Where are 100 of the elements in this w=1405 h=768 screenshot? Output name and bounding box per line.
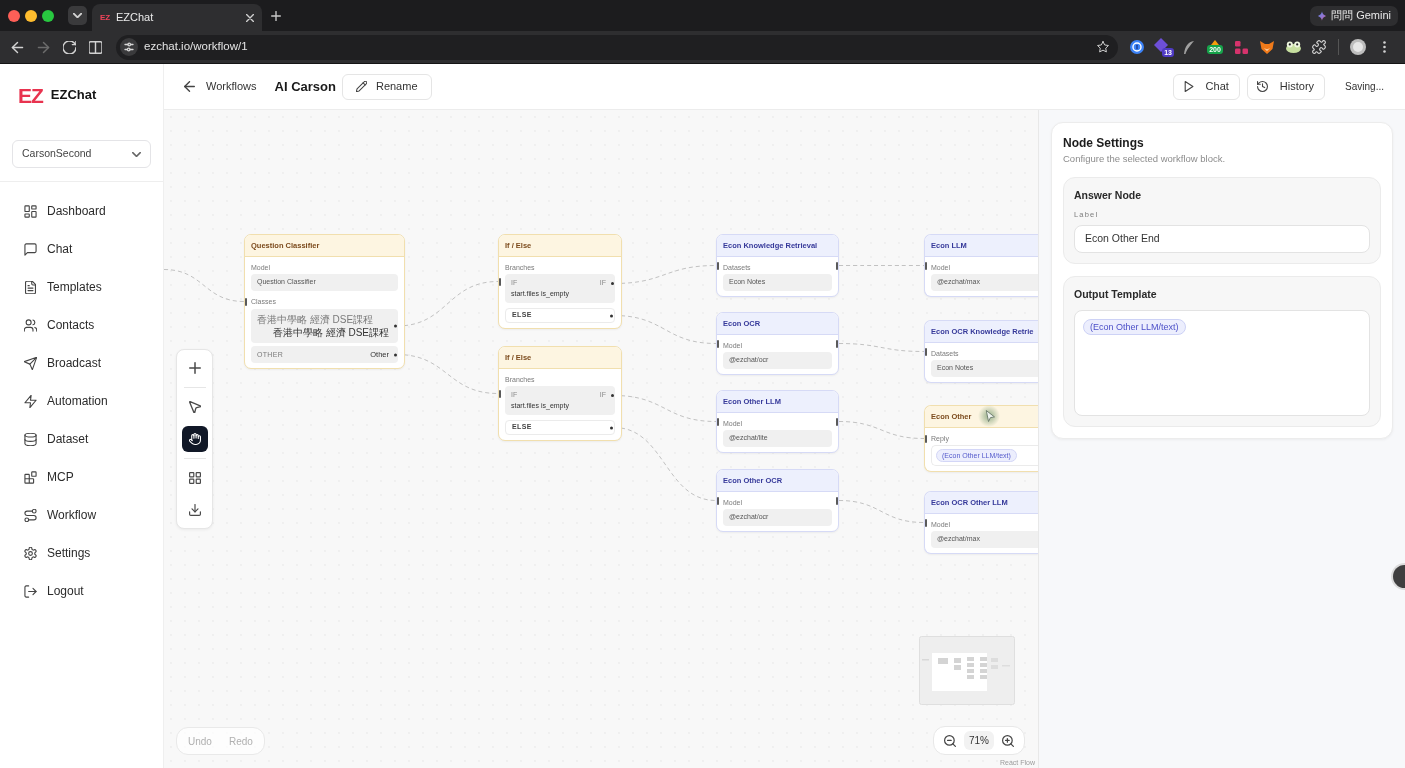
grid-icon <box>188 472 201 484</box>
nav-item[interactable]: Templates <box>12 268 151 306</box>
handle-bar-icon[interactable] <box>499 277 501 286</box>
frog-icon[interactable] <box>1285 41 1301 53</box>
cursor-icon <box>978 405 1000 427</box>
chevron-down-icon <box>73 13 82 18</box>
send-icon <box>24 356 37 370</box>
dashboard-icon <box>24 204 37 218</box>
handle-bar-icon[interactable] <box>925 261 927 270</box>
maximize-window-button[interactable] <box>42 9 54 22</box>
workspace-select[interactable]: CarsonSecond <box>12 140 151 168</box>
handle-bar-icon[interactable] <box>925 518 927 527</box>
handle-bar-icon[interactable] <box>925 434 927 443</box>
template-field[interactable]: (Econ Other LLM/text) <box>1074 310 1370 416</box>
lightning-icon <box>24 394 37 408</box>
forward-icon[interactable] <box>36 40 50 54</box>
zoom-level: 71% <box>964 731 994 750</box>
more-icon[interactable] <box>1382 41 1386 53</box>
rename-button[interactable]: Rename <box>341 73 432 100</box>
nav-item[interactable]: Automation <box>12 382 151 420</box>
address-bar[interactable]: ezchat.io/workflow/1 <box>116 34 1118 60</box>
panel-subtitle: Configure the selected workflow block. <box>1063 153 1227 165</box>
puzzle-icon[interactable] <box>1312 40 1326 54</box>
section-title: Output Template <box>1074 288 1158 301</box>
section-title: Answer Node <box>1074 189 1143 202</box>
minimize-window-button[interactable] <box>25 9 37 22</box>
download-icon <box>188 504 201 516</box>
handle-bar-icon[interactable] <box>925 347 927 356</box>
back-icon[interactable] <box>10 40 24 54</box>
sparkle-icon <box>1317 10 1328 21</box>
history-button[interactable]: History <box>1246 73 1326 100</box>
handle-bar-icon[interactable] <box>717 261 719 270</box>
new-tab-icon[interactable] <box>271 10 281 21</box>
handle-bar-icon[interactable] <box>717 339 719 348</box>
profile-avatar-icon[interactable] <box>1350 39 1366 55</box>
browser-tab[interactable]: EZ EZChat <box>92 4 262 31</box>
pencil-icon <box>355 81 367 92</box>
nav-item[interactable]: Logout <box>12 572 151 610</box>
gemini-button[interactable]: 問問 Gemini <box>1310 5 1398 26</box>
back-link[interactable]: Workflows <box>184 78 257 95</box>
handle-bar-icon[interactable] <box>836 261 838 270</box>
tab-favicon: EZ <box>100 13 112 22</box>
diamond-icon[interactable] <box>1154 38 1168 52</box>
chevron-down-icon <box>132 151 141 157</box>
document-icon <box>24 280 37 294</box>
handle-bar-icon[interactable] <box>717 496 719 505</box>
chat-bubble-icon <box>24 242 37 256</box>
nav-item[interactable]: Contacts <box>12 306 151 344</box>
url-text: ezchat.io/workflow/1 <box>144 39 248 55</box>
reload-icon[interactable] <box>62 40 76 54</box>
logout-icon <box>24 584 37 598</box>
nav-item[interactable]: Dashboard <box>12 192 151 230</box>
label-input[interactable]: Econ Other End <box>1074 225 1370 253</box>
handle-bar-icon[interactable] <box>836 339 838 348</box>
history-icon <box>1256 81 1268 92</box>
users-icon <box>24 318 37 332</box>
close-icon[interactable] <box>246 13 254 22</box>
brand-name: EZChat <box>50 86 97 105</box>
nav-item[interactable]: Broadcast <box>12 344 151 382</box>
nav-item[interactable]: Chat <box>12 230 151 268</box>
nav-item[interactable]: Dataset <box>12 420 151 458</box>
route-icon <box>24 508 37 522</box>
handle-bar-icon[interactable] <box>836 417 838 426</box>
workflow-title: AI Carson <box>274 77 336 96</box>
nav-item[interactable]: Workflow <box>12 496 151 534</box>
feather-icon[interactable] <box>1184 40 1194 54</box>
handle-bar-icon[interactable] <box>836 496 838 505</box>
fox-icon[interactable] <box>1260 40 1274 54</box>
hand-icon <box>188 433 201 445</box>
settings-icon <box>24 546 37 560</box>
nav-item[interactable]: MCP <box>12 458 151 496</box>
nav-item[interactable]: Settings <box>12 534 151 572</box>
blocks-icon <box>24 470 37 484</box>
class-key: 香港中學略 經濟 DSE課程 <box>257 313 374 326</box>
triangle-icon[interactable] <box>1211 40 1219 45</box>
hand-tool-button[interactable] <box>181 426 208 452</box>
zoom-in-icon[interactable] <box>1002 734 1014 747</box>
handle-bar-icon[interactable] <box>245 297 247 306</box>
database-icon <box>24 432 37 446</box>
tab-title: EZChat <box>116 10 154 26</box>
close-window-button[interactable] <box>8 9 20 22</box>
panel-title: Node Settings <box>1063 136 1145 151</box>
logo: EZ <box>18 84 43 106</box>
back-arrow-icon <box>184 81 195 92</box>
save-status: Saving... <box>1345 80 1384 94</box>
play-icon <box>1182 81 1194 92</box>
pointer-icon <box>188 401 201 413</box>
tab-search-button[interactable] <box>68 6 87 25</box>
zoom-out-icon[interactable] <box>944 734 956 747</box>
sliders-icon[interactable] <box>120 38 138 56</box>
variable-chip: (Econ Other LLM/text) <box>1083 319 1186 335</box>
class-label: 香港中學略 經濟 DSE課程 <box>272 326 389 339</box>
bookmark-star-icon[interactable] <box>1097 41 1109 53</box>
handle-bar-icon[interactable] <box>499 389 501 398</box>
chat-button[interactable]: Chat <box>1172 73 1240 100</box>
handle-bar-icon[interactable] <box>717 417 719 426</box>
split-view-icon[interactable] <box>88 40 102 54</box>
plus-icon <box>188 362 201 374</box>
squares-icon[interactable] <box>1234 40 1248 54</box>
ring-icon[interactable] <box>1130 40 1144 54</box>
